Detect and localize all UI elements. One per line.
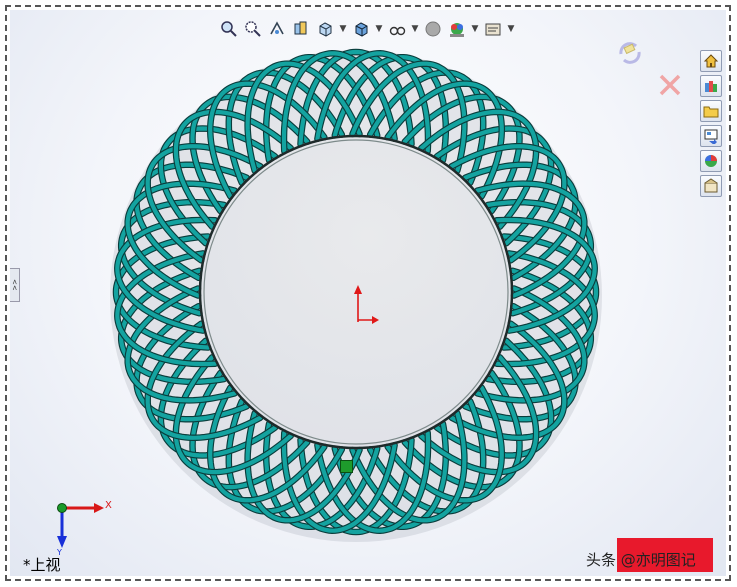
- section-view-icon[interactable]: [290, 18, 312, 40]
- view-orientation-dropdown[interactable]: ▼: [338, 18, 348, 40]
- design-library-icon[interactable]: [700, 75, 722, 97]
- sketch-relation-marker[interactable]: [340, 460, 353, 473]
- edit-appearance-icon[interactable]: [422, 18, 444, 40]
- previous-view-icon[interactable]: [266, 18, 288, 40]
- view-settings-dropdown[interactable]: ▼: [506, 18, 516, 40]
- zoom-to-fit-icon[interactable]: [218, 18, 240, 40]
- exit-sketch-close-icon[interactable]: [657, 72, 683, 98]
- view-orientation-label: *上视: [23, 556, 61, 574]
- view-settings-icon[interactable]: [482, 18, 504, 40]
- rebuild-icon[interactable]: [616, 40, 644, 66]
- apply-scene-icon[interactable]: [446, 18, 468, 40]
- feature-manager-collapse-tab[interactable]: <<: [10, 268, 20, 302]
- task-pane-tabs: [700, 50, 724, 197]
- apply-scene-dropdown[interactable]: ▼: [470, 18, 480, 40]
- reference-triad: X Y: [50, 496, 118, 562]
- sketch-origin-marker: [346, 282, 380, 328]
- hide-show-items-icon[interactable]: [386, 18, 408, 40]
- custom-properties-icon[interactable]: [700, 175, 722, 197]
- view-palette-icon[interactable]: [700, 125, 722, 147]
- display-style-icon[interactable]: [350, 18, 372, 40]
- graphics-area[interactable]: ▼ ▼ ▼ ▼ ▼ << X Y *上视: [10, 10, 726, 576]
- hide-show-items-dropdown[interactable]: ▼: [410, 18, 420, 40]
- zoom-to-area-icon[interactable]: [242, 18, 264, 40]
- watermark-text: 头条 @亦明图记: [586, 551, 696, 569]
- file-explorer-icon[interactable]: [700, 100, 722, 122]
- display-style-dropdown[interactable]: ▼: [374, 18, 384, 40]
- resources-icon[interactable]: [700, 50, 722, 72]
- appearances-icon[interactable]: [700, 150, 722, 172]
- heads-up-view-toolbar: ▼ ▼ ▼ ▼ ▼: [218, 16, 516, 42]
- triad-x-label: X: [105, 500, 112, 511]
- app-window: ▼ ▼ ▼ ▼ ▼ << X Y *上视 头条 @亦明图记: [0, 0, 737, 587]
- view-orientation-icon[interactable]: [314, 18, 336, 40]
